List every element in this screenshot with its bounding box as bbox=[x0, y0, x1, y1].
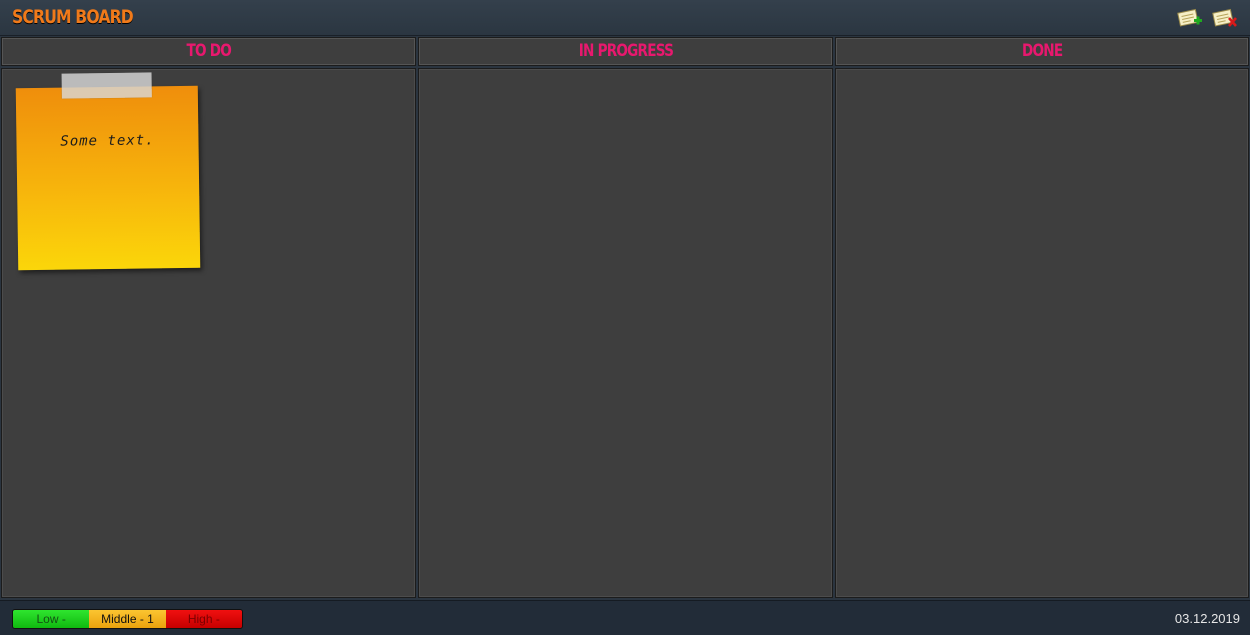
scrum-board-window: SCRUM BOARD TO DO IN PROGRESS DONE Some … bbox=[0, 0, 1250, 635]
current-date: 03.12.2019 bbox=[1174, 611, 1240, 626]
delete-note-icon bbox=[1212, 8, 1237, 27]
title-bar: SCRUM BOARD bbox=[0, 0, 1250, 36]
column-header-done: DONE bbox=[835, 37, 1249, 66]
column-title: IN PROGRESS bbox=[578, 41, 673, 61]
status-bar: Low - Middle - 1 High - 03.12.2019 bbox=[0, 600, 1250, 635]
app-title: SCRUM BOARD bbox=[12, 6, 134, 28]
column-todo[interactable]: Some text. bbox=[1, 68, 416, 598]
add-note-icon bbox=[1177, 8, 1202, 27]
priority-middle[interactable]: Middle - 1 bbox=[89, 610, 166, 628]
tape-strip bbox=[61, 72, 152, 99]
column-title: DONE bbox=[1021, 41, 1063, 61]
delete-note-button[interactable] bbox=[1212, 6, 1238, 30]
sticky-note[interactable]: Some text. bbox=[15, 72, 201, 271]
column-done[interactable] bbox=[835, 68, 1249, 598]
column-header-in-progress: IN PROGRESS bbox=[418, 37, 833, 66]
column-title: TO DO bbox=[186, 41, 231, 61]
add-note-button[interactable] bbox=[1177, 6, 1203, 30]
priority-legend: Low - Middle - 1 High - bbox=[12, 609, 243, 629]
column-in-progress[interactable] bbox=[418, 68, 833, 598]
note-text: Some text. bbox=[60, 132, 155, 150]
column-header-todo: TO DO bbox=[1, 37, 416, 66]
priority-high[interactable]: High - bbox=[165, 610, 242, 628]
priority-low[interactable]: Low - bbox=[13, 610, 90, 628]
